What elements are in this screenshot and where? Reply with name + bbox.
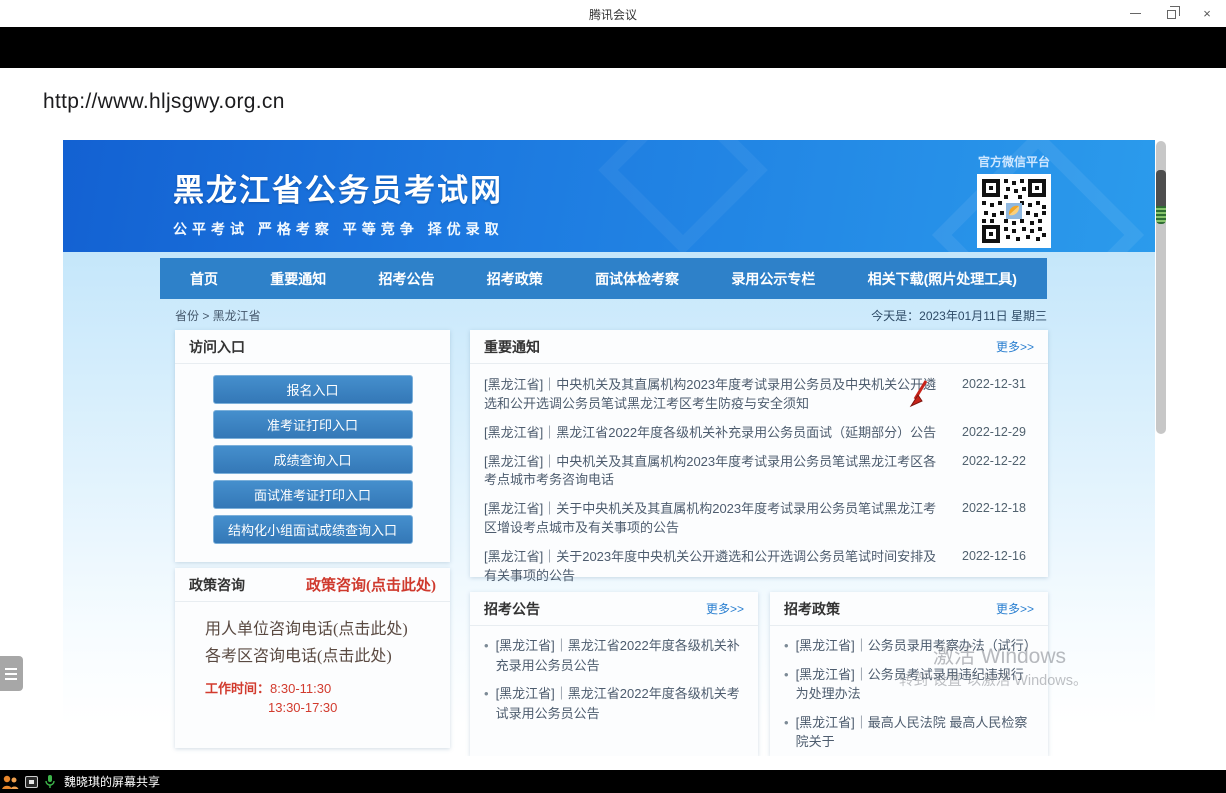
important-notices-card: 重要通知 更多>> [黑龙江省]｜中央机关及其直属机构2023年度考试录用公务员… [470, 330, 1048, 577]
bullet-icon: • [784, 665, 789, 704]
meeting-titlebar: 腾讯会议 × [0, 0, 1226, 27]
announcement-row[interactable]: • [黑龙江省]｜黑龙江省2022年度各级机关补充录用公务员公告 [484, 636, 746, 675]
notice-date: 2022-12-31 [962, 376, 1034, 414]
access-button-list: 报名入口准考证打印入口成绩查询入口面试准考证打印入口结构化小组面试成绩查询入口 [175, 364, 450, 544]
bullet-icon: • [484, 684, 489, 723]
nav-item[interactable]: 重要通知 [270, 269, 326, 289]
wechat-panel: 官方微信平台 [968, 153, 1060, 248]
site-title: 黑龙江省公务员考试网 [173, 165, 504, 210]
nav-item[interactable]: 招考政策 [487, 269, 543, 289]
announcement-list: • [黑龙江省]｜黑龙江省2022年度各级机关补充录用公务员公告 • [黑龙江省… [470, 626, 758, 723]
consult-card-title: 政策咨询 [189, 575, 245, 595]
consult-body: 用人单位咨询电话(点击此处) 各考区咨询电话(点击此处) 工作时间：8:30-1… [175, 602, 450, 715]
policy-title[interactable]: [黑龙江省]｜最高人民法院 最高人民检察院关于 [796, 713, 1036, 752]
work-time-label: 工作时间： [205, 681, 270, 696]
nav-item[interactable]: 首页 [190, 269, 218, 289]
work-time-line1: 工作时间：8:30-11:30 [205, 678, 450, 697]
screen-share-icon[interactable] [25, 776, 38, 788]
nav-item[interactable]: 面试体检考察 [595, 269, 679, 289]
notice-title[interactable]: [黑龙江省]｜关于2023年度中央机关公开遴选和公开选调公务员笔试时间安排及有关… [484, 548, 962, 586]
minimize-icon[interactable] [1122, 3, 1148, 25]
access-entrance-button[interactable]: 准考证打印入口 [213, 410, 413, 439]
site-header: 黑龙江省公务员考试网 公平考试 严格考察 平等竞争 择优录取 官方微信平台 [63, 140, 1155, 252]
scrollbar-green-marker [1156, 206, 1166, 224]
announcements-more-link[interactable]: 更多>> [706, 600, 744, 617]
notice-title[interactable]: [黑龙江省]｜中央机关及其直属机构2023年度考试录用公务员笔试黑龙江考区各考点… [484, 453, 962, 491]
red-pointer-icon [905, 379, 931, 414]
today-date: 今天是：2023年01月11日 星期三 [871, 307, 1047, 324]
page-scrollbar-thumb[interactable] [1156, 170, 1166, 206]
microphone-icon[interactable] [44, 774, 56, 789]
announcements-card-title: 招考公告 [484, 599, 540, 619]
qr-code-icon [980, 177, 1048, 245]
policy-row[interactable]: • [黑龙江省]｜最高人民法院 最高人民检察院关于 [784, 713, 1036, 752]
notice-row[interactable]: [黑龙江省]｜黑龙江省2022年度各级机关补充录用公务员面试（延期部分）公告 2… [484, 424, 1034, 443]
access-entrance-button[interactable]: 面试准考证打印入口 [213, 480, 413, 509]
access-card-title: 访问入口 [189, 337, 245, 357]
policy-consult-card: 政策咨询 政策咨询(点击此处) 用人单位咨询电话(点击此处) 各考区咨询电话(点… [175, 568, 450, 748]
header-decor-cube [598, 140, 768, 252]
policies-card-header: 招考政策 更多>> [770, 592, 1048, 626]
notice-list: [黑龙江省]｜中央机关及其直属机构2023年度考试录用公务员及中央机关公开遴选和… [470, 364, 1048, 586]
announcement-title[interactable]: [黑龙江省]｜黑龙江省2022年度各级机关考试录用公务员公告 [496, 684, 746, 723]
wechat-qr-code [977, 174, 1051, 248]
windows-activation-watermark: 激活 Windows [933, 640, 1066, 670]
site-slogan: 公平考试 严格考察 平等竞争 择优录取 [173, 219, 504, 239]
participants-icon[interactable] [1, 773, 19, 791]
notice-row[interactable]: [黑龙江省]｜关于中央机关及其直属机构2023年度考试录用公务员笔试黑龙江考区增… [484, 500, 1034, 538]
close-icon[interactable]: × [1194, 3, 1220, 25]
notice-row[interactable]: [黑龙江省]｜关于2023年度中央机关公开遴选和公开选调公务员笔试时间安排及有关… [484, 548, 1034, 586]
notice-title[interactable]: [黑龙江省]｜中央机关及其直属机构2023年度考试录用公务员及中央机关公开遴选和… [484, 376, 962, 414]
nav-item[interactable]: 相关下载(照片处理工具) [868, 269, 1017, 289]
wechat-label: 官方微信平台 [968, 153, 1060, 170]
shared-url-text: http://www.hljsgwy.org.cn [43, 90, 285, 114]
policy-consult-link[interactable]: 政策咨询(点击此处) [306, 574, 436, 595]
notices-card-title: 重要通知 [484, 337, 540, 357]
notice-row[interactable]: [黑龙江省]｜中央机关及其直属机构2023年度考试录用公务员笔试黑龙江考区各考点… [484, 453, 1034, 491]
notice-row[interactable]: [黑龙江省]｜中央机关及其直属机构2023年度考试录用公务员及中央机关公开遴选和… [484, 376, 1034, 414]
announcement-row[interactable]: • [黑龙江省]｜黑龙江省2022年度各级机关考试录用公务员公告 [484, 684, 746, 723]
meeting-bottom-bar: 魏晓琪的屏幕共享 [0, 770, 1226, 793]
notice-date: 2022-12-18 [962, 500, 1034, 538]
letterbox-top [0, 27, 1226, 68]
work-time-afternoon: 13:30-17:30 [268, 700, 450, 715]
bullet-icon: • [784, 713, 789, 752]
notice-date: 2022-12-22 [962, 453, 1034, 491]
access-entrance-button[interactable]: 结构化小组面试成绩查询入口 [213, 515, 413, 544]
notice-date: 2022-12-29 [962, 424, 1034, 443]
policies-card-title: 招考政策 [784, 599, 840, 619]
windows-activation-watermark-line2: 转到“设置”以激活 Windows。 [899, 669, 1088, 690]
notices-card-header: 重要通知 更多>> [470, 330, 1048, 364]
access-card-header: 访问入口 [175, 330, 450, 364]
access-entrance-card: 访问入口 报名入口准考证打印入口成绩查询入口面试准考证打印入口结构化小组面试成绩… [175, 330, 450, 562]
bullet-icon: • [784, 636, 789, 656]
announcement-title[interactable]: [黑龙江省]｜黑龙江省2022年度各级机关补充录用公务员公告 [496, 636, 746, 675]
work-time-morning: 8:30-11:30 [270, 681, 331, 696]
window-controls: × [1122, 0, 1220, 27]
announcements-card: 招考公告 更多>> • [黑龙江省]｜黑龙江省2022年度各级机关补充录用公务员… [470, 592, 758, 756]
notice-date: 2022-12-16 [962, 548, 1034, 586]
consult-card-header: 政策咨询 政策咨询(点击此处) [175, 568, 450, 602]
breadcrumb-row: 省份 > 黑龙江省 今天是：2023年01月11日 星期三 [175, 307, 1047, 324]
examarea-phone-link[interactable]: 各考区咨询电话(点击此处) [205, 643, 450, 670]
bullet-icon: • [484, 636, 489, 675]
meeting-title: 腾讯会议 [0, 6, 1226, 23]
access-entrance-button[interactable]: 成绩查询入口 [213, 445, 413, 474]
notice-title[interactable]: [黑龙江省]｜黑龙江省2022年度各级机关补充录用公务员面试（延期部分）公告 [484, 424, 962, 443]
nav-item[interactable]: 录用公示专栏 [731, 269, 815, 289]
screen-share-label: 魏晓琪的屏幕共享 [64, 773, 160, 790]
site-logo: 黑龙江省公务员考试网 公平考试 严格考察 平等竞争 择优录取 [173, 165, 504, 239]
access-entrance-button[interactable]: 报名入口 [213, 375, 413, 404]
notice-title[interactable]: [黑龙江省]｜关于中央机关及其直属机构2023年度考试录用公务员笔试黑龙江考区增… [484, 500, 962, 538]
policies-more-link[interactable]: 更多>> [996, 600, 1034, 617]
notices-more-link[interactable]: 更多>> [996, 338, 1034, 355]
announcements-card-header: 招考公告 更多>> [470, 592, 758, 626]
restore-icon[interactable] [1158, 3, 1184, 25]
main-nav: 首页 重要通知 招考公告 招考政策 面试体检考察 录用公示专栏 相关下载(照片处理工具) [160, 258, 1047, 299]
nav-item[interactable]: 招考公告 [379, 269, 435, 289]
meeting-panel-toggle-icon[interactable] [0, 656, 23, 691]
employer-phone-link[interactable]: 用人单位咨询电话(点击此处) [205, 616, 450, 643]
breadcrumb[interactable]: 省份 > 黑龙江省 [175, 307, 261, 324]
